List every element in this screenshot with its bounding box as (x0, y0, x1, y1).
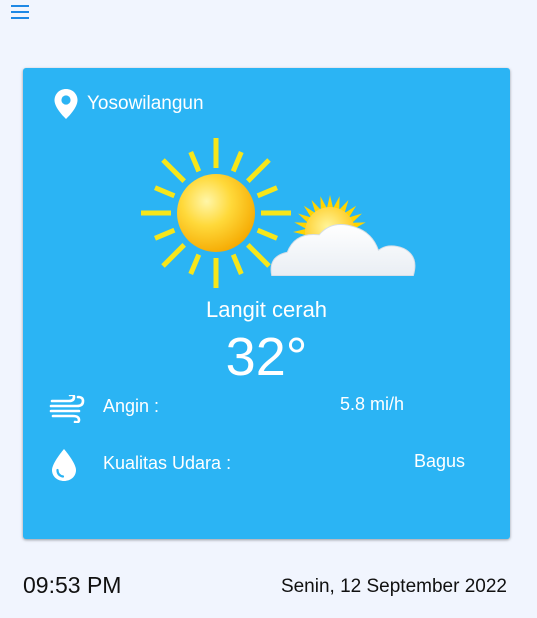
air-quality-label: Kualitas Udara : (103, 453, 232, 473)
hamburger-menu-icon[interactable] (10, 4, 32, 20)
location: Yosowilangun (53, 88, 204, 120)
location-name: Yosowilangun (87, 93, 204, 114)
location-pin-icon (54, 89, 78, 119)
temperature: 32° (225, 327, 308, 387)
water-drop-icon (52, 449, 76, 481)
wind-value: 5.8 mi/h (340, 394, 405, 414)
wind-icon (49, 395, 85, 423)
weather-condition: Langit cerah (205, 297, 328, 322)
current-time: 09:53 PM (23, 572, 122, 598)
sun-and-cloud-icon (141, 138, 416, 288)
current-date: Senin, 12 September 2022 (280, 576, 507, 597)
wind-row: Angin : 5.8 mi/h (23, 393, 510, 423)
weather-card: Yosowilangun Langit cerah 32° Angin: 5.… (23, 68, 510, 539)
air-quality-value: Bagus (414, 451, 466, 471)
air-quality-row: Kualitas Udara : Bagus (23, 446, 510, 486)
wind-label: Angin : (103, 396, 160, 416)
